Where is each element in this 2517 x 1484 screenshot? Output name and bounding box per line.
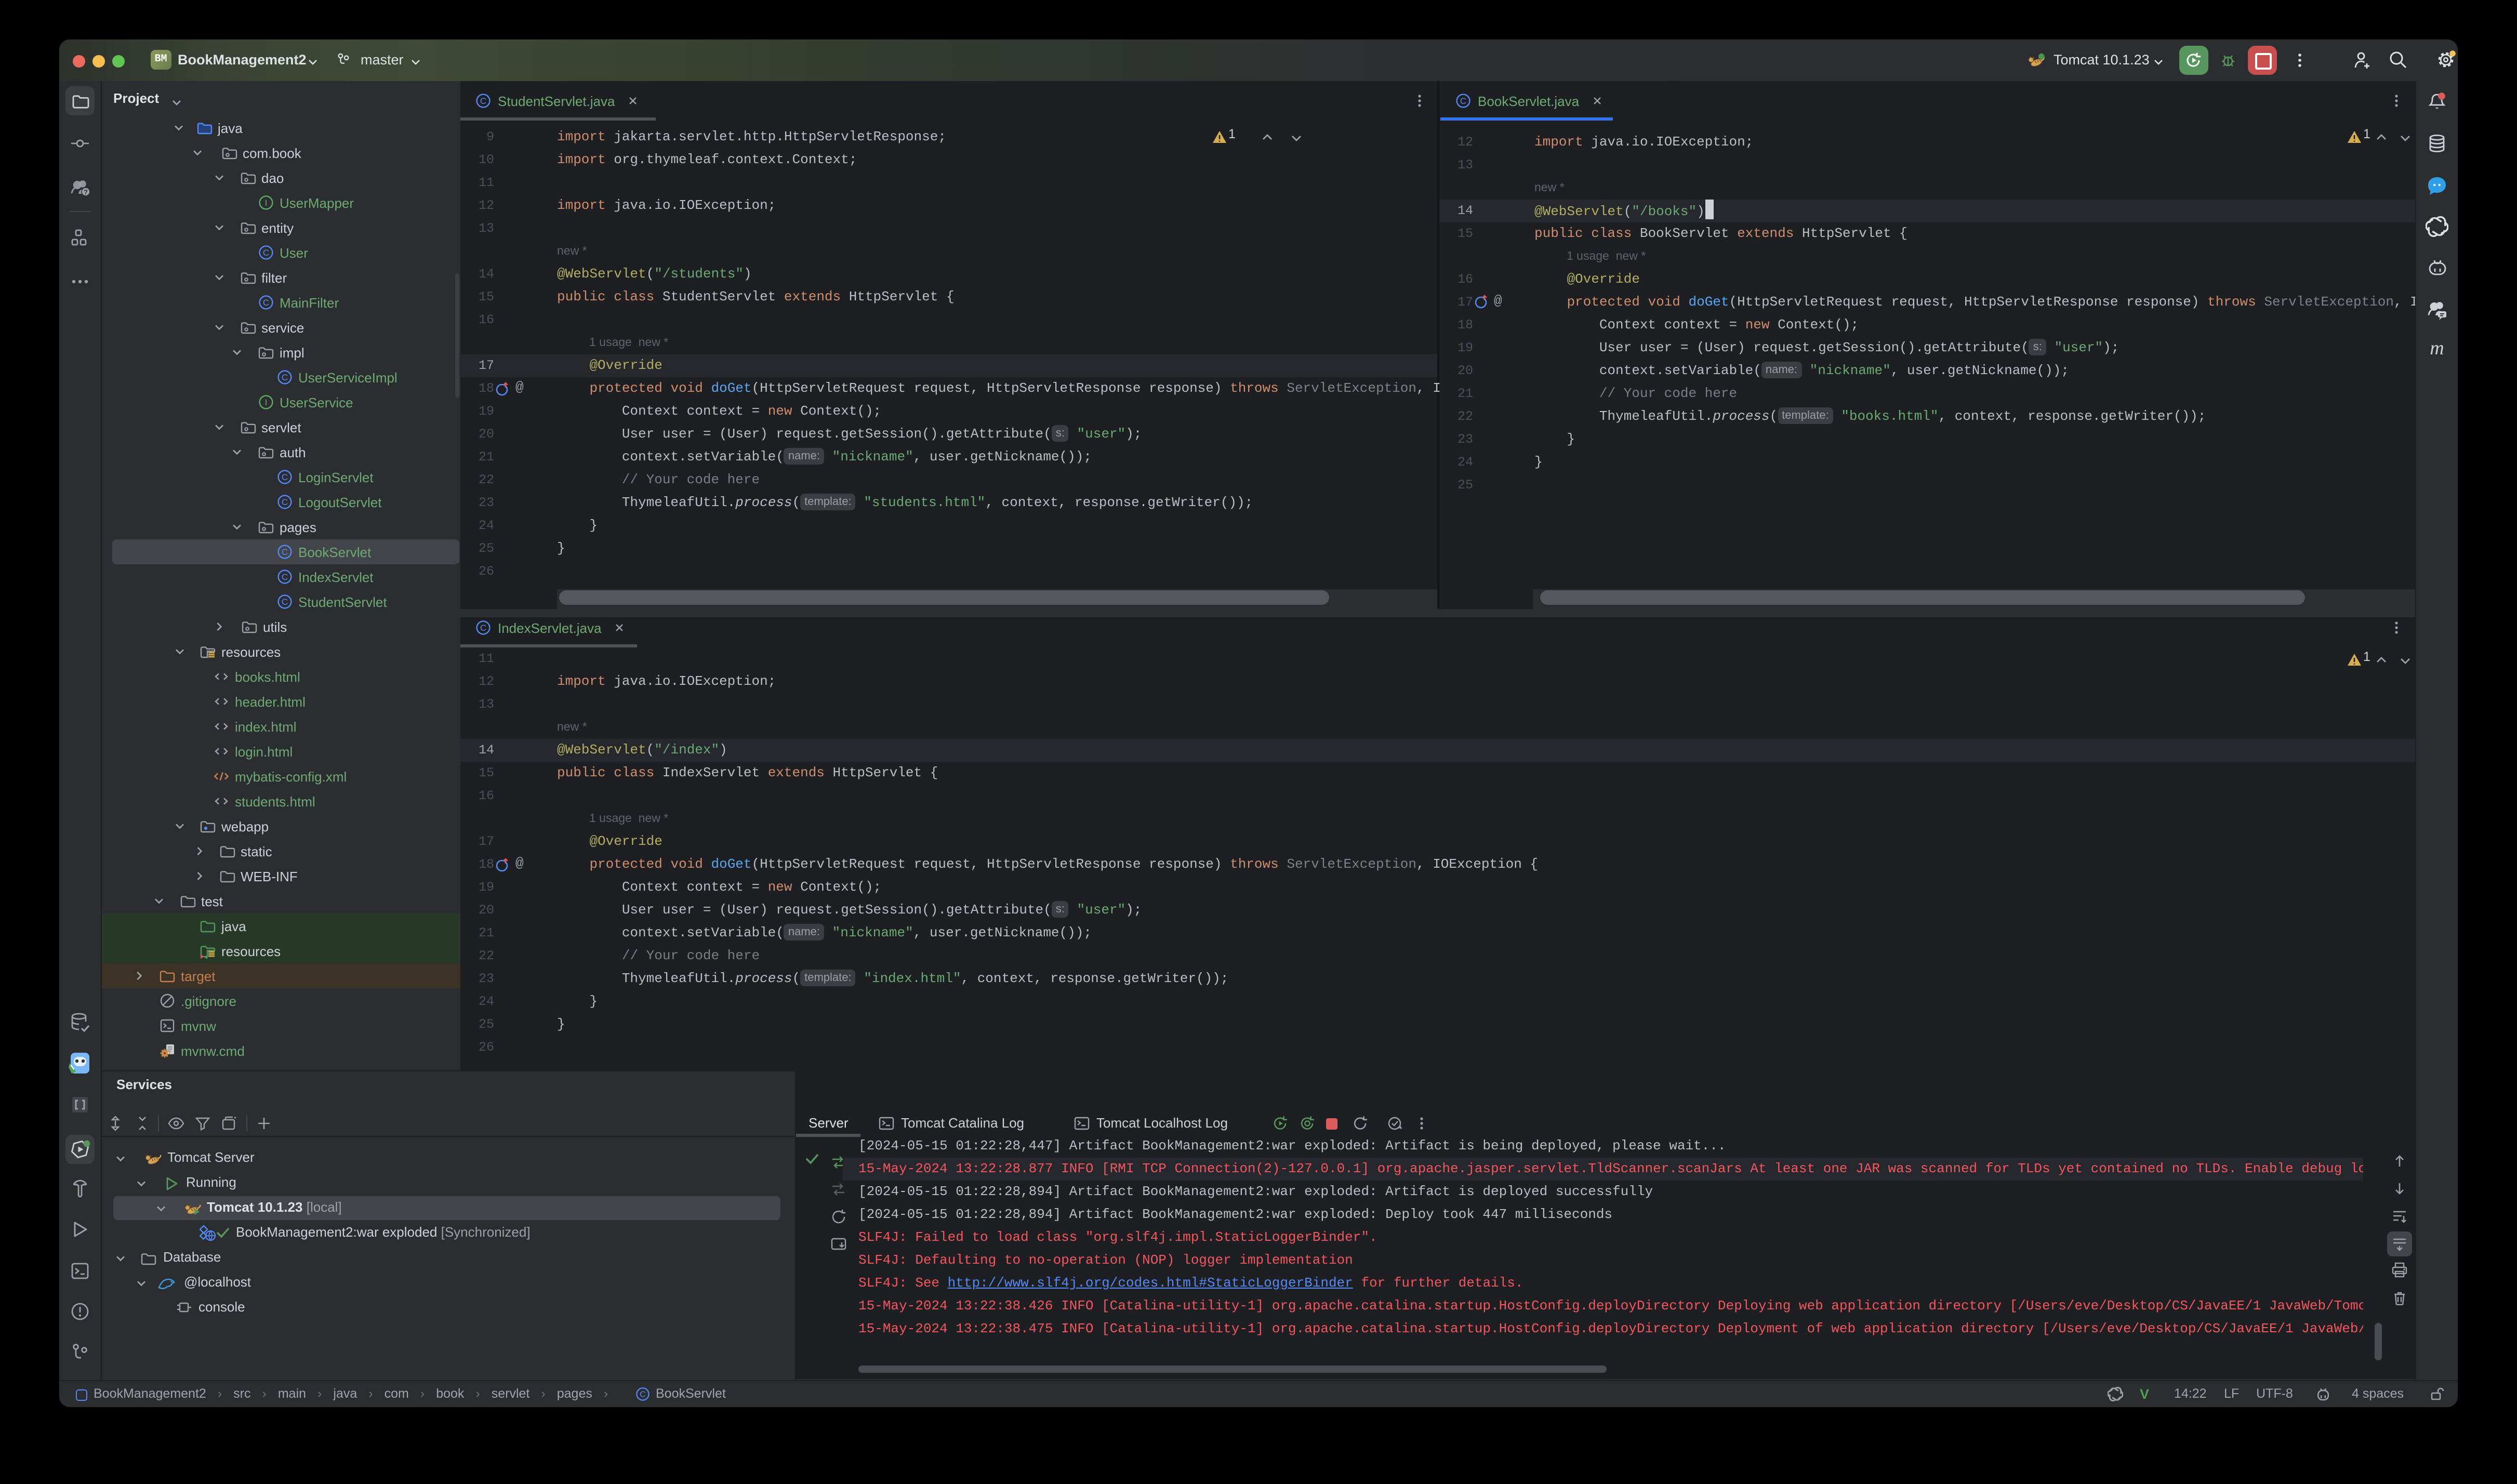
svg-text:C: C bbox=[282, 547, 288, 557]
svg-text:C: C bbox=[282, 472, 288, 482]
svg-text:I: I bbox=[265, 198, 268, 208]
svg-text:C: C bbox=[640, 1390, 646, 1399]
svg-text:C: C bbox=[1460, 96, 1466, 106]
svg-text:C: C bbox=[282, 597, 288, 607]
svg-text:I: I bbox=[265, 398, 268, 407]
svg-text:C: C bbox=[282, 497, 288, 507]
svg-text:C: C bbox=[282, 373, 288, 382]
svg-text:C: C bbox=[263, 248, 269, 258]
svg-text:C: C bbox=[282, 572, 288, 582]
svg-text:C: C bbox=[480, 96, 486, 106]
svg-text:C: C bbox=[263, 298, 269, 308]
svg-text:?: ? bbox=[84, 188, 88, 196]
svg-text:C: C bbox=[480, 623, 486, 633]
